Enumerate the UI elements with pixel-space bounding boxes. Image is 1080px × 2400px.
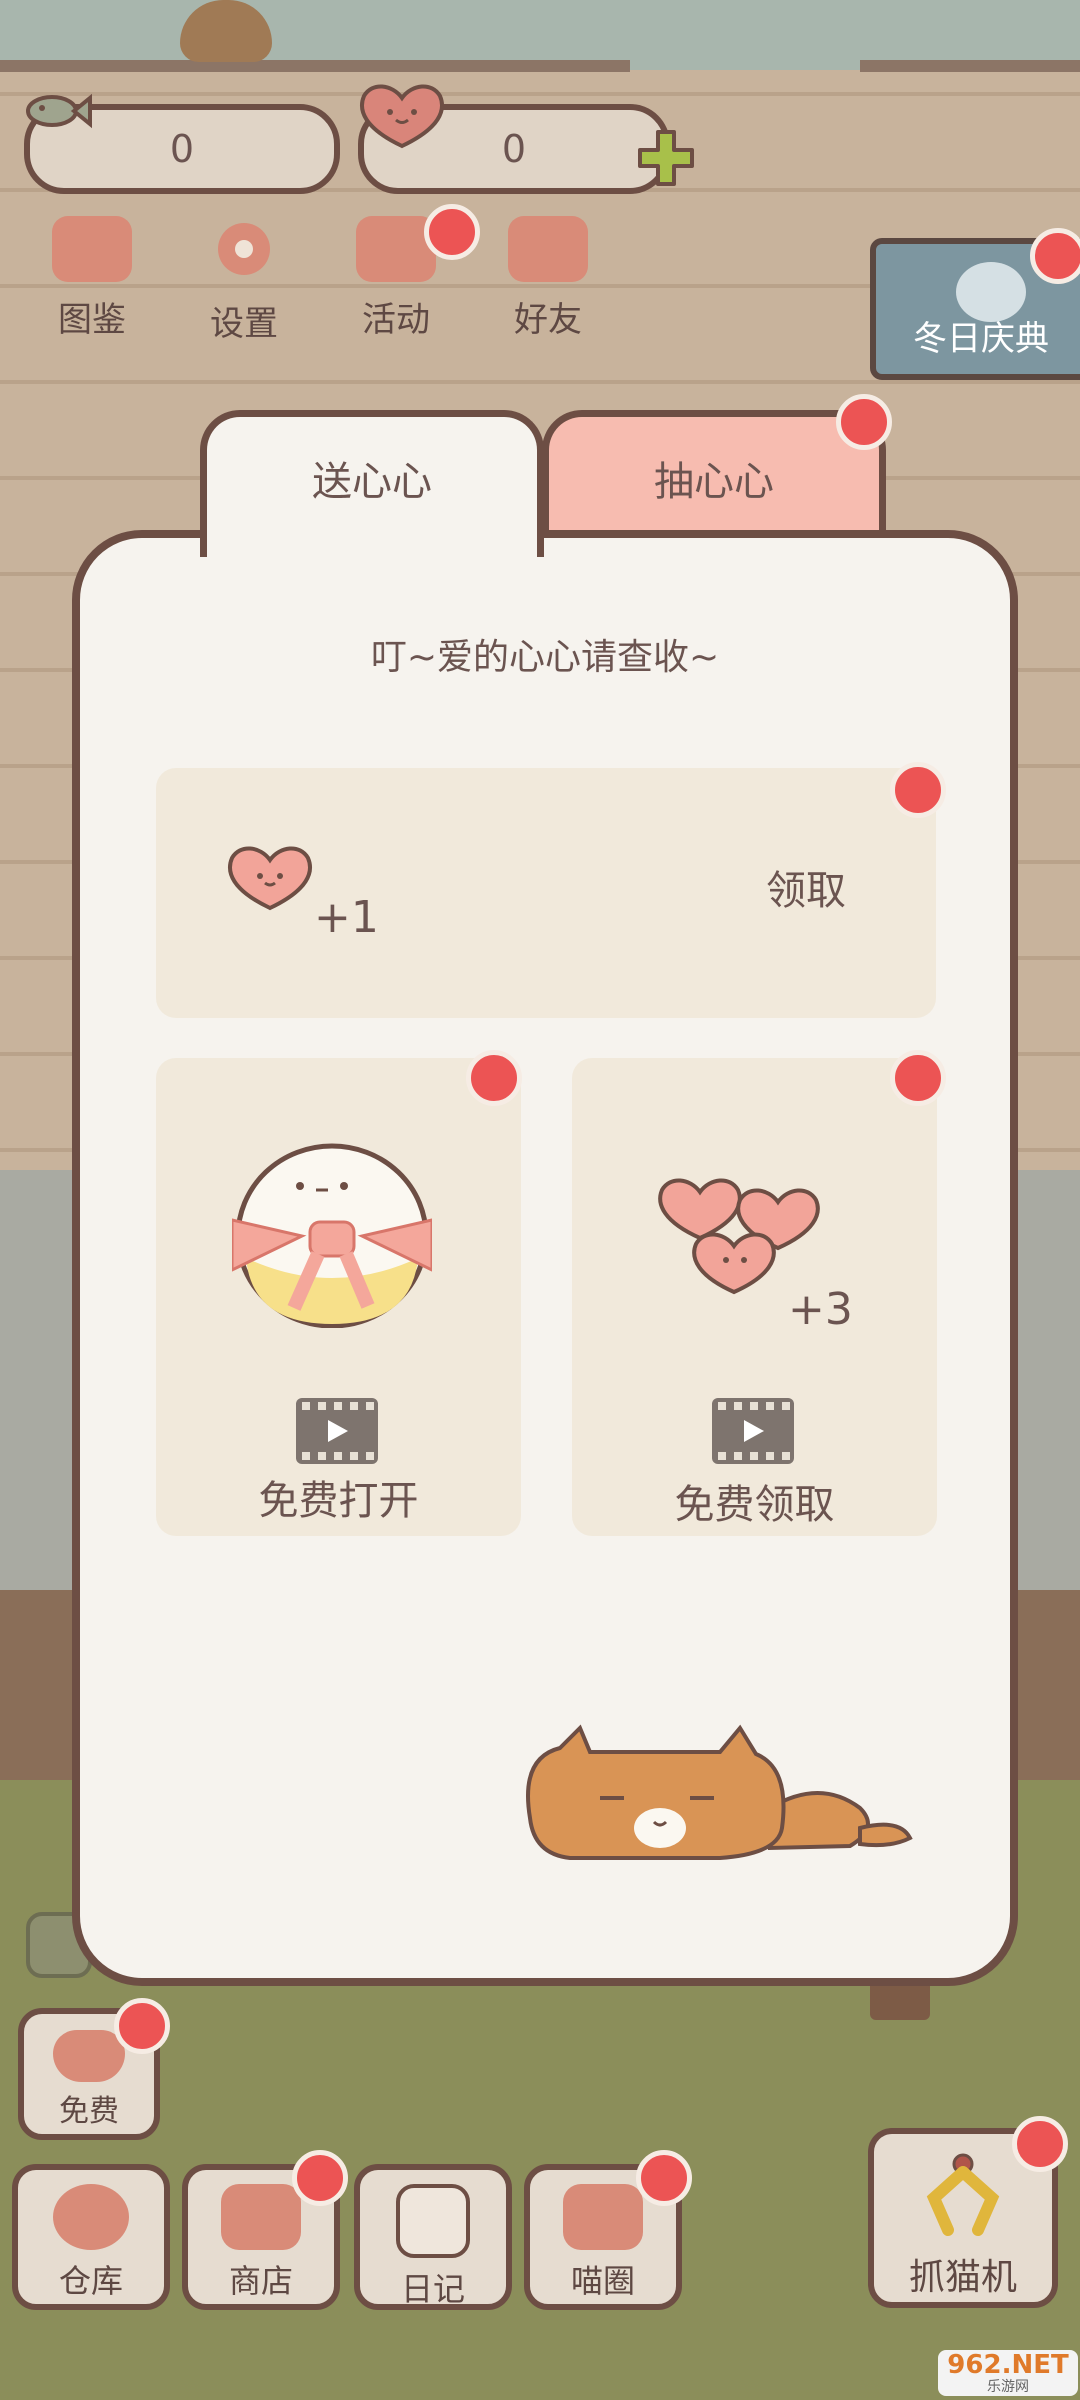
cat-head-icon: [52, 216, 132, 282]
free-claim-hearts-card[interactable]: +3 免费领取: [572, 1050, 946, 1536]
tab-draw-hearts-label: 抽心心: [654, 459, 774, 505]
nav-warehouse-button[interactable]: 仓库: [12, 2164, 170, 2310]
panel-title: 叮~爱的心心请查收~: [370, 637, 720, 678]
shop-icon: [221, 2184, 301, 2250]
site-watermark: 962.NET 乐游网: [938, 2350, 1078, 2396]
fish-icon: [26, 93, 92, 129]
notification-dot: [836, 394, 892, 450]
nav-diary-button[interactable]: 日记: [354, 2164, 512, 2310]
video-ad-icon: [296, 1398, 378, 1464]
menu-catalog-label: 图鉴: [58, 300, 126, 340]
claim-button[interactable]: 领取: [766, 858, 846, 916]
notification-dot: [890, 762, 946, 818]
basket-icon: [53, 2184, 129, 2250]
menu-settings-button[interactable]: 设置: [174, 210, 314, 344]
claw-machine-label: 抓猫机: [908, 2257, 1017, 2298]
menu-friends-label: 好友: [514, 300, 582, 340]
hearts-amount: +3: [788, 1284, 853, 1335]
tab-send-hearts-label: 送心心: [312, 459, 432, 505]
heart-icon: [360, 84, 444, 149]
tab-send-hearts[interactable]: 送心心: [200, 410, 544, 557]
diary-icon: [396, 2184, 470, 2258]
menu-settings-label: 设置: [210, 304, 278, 344]
hearts-bundle-icon: [658, 1178, 820, 1295]
heart-icon: [228, 846, 312, 911]
notification-dot: [636, 2150, 692, 2206]
notification-dot: [1030, 228, 1080, 284]
add-hearts-button[interactable]: [636, 128, 696, 188]
sleeping-cat-illustration: [526, 1724, 913, 1860]
window-frame: [860, 60, 1080, 72]
claim-heart-card[interactable]: +1 领取: [156, 762, 946, 1018]
hearts-panel: 叮~爱的心心请查收~ +1 领取 免费打开 +3 免费领取: [72, 530, 1018, 1986]
free-claim-button[interactable]: 免费领取: [572, 1472, 937, 1530]
nav-diary-label: 日记: [400, 2270, 465, 2308]
gift-egg-icon: [232, 1143, 432, 1328]
menu-events-label: 活动: [362, 300, 430, 340]
notification-dot: [890, 1050, 946, 1106]
nav-cat-circle-label: 喵圈: [570, 2262, 635, 2300]
notification-dot: [466, 1050, 522, 1106]
free-open-button[interactable]: 免费打开: [156, 1468, 521, 1526]
notification-dot: [424, 204, 480, 260]
claw-icon: [926, 2153, 1000, 2236]
watermark-sub: 乐游网: [987, 2379, 1029, 2395]
friends-icon: [508, 216, 588, 282]
free-heart-label: 免费: [59, 2094, 119, 2129]
menu-catalog-button[interactable]: 图鉴: [22, 210, 162, 340]
gear-icon: [218, 223, 270, 275]
window-frame: [0, 60, 630, 72]
free-open-gift-card[interactable]: 免费打开: [156, 1050, 522, 1536]
notification-dot: [114, 1998, 170, 2054]
cat-planet-icon: [563, 2184, 643, 2250]
winter-festival-label: 冬日庆典: [913, 319, 1049, 359]
claim-amount: +1: [314, 892, 379, 943]
heart-icon: [53, 2030, 125, 2082]
nav-shop-label: 商店: [228, 2262, 293, 2300]
menu-friends-button[interactable]: 好友: [478, 210, 618, 340]
nav-warehouse-label: 仓库: [58, 2262, 123, 2300]
watermark-main: 962.NET: [947, 2350, 1069, 2380]
notification-dot: [1012, 2116, 1068, 2172]
notification-dot: [292, 2150, 348, 2206]
video-ad-icon: [712, 1398, 794, 1464]
